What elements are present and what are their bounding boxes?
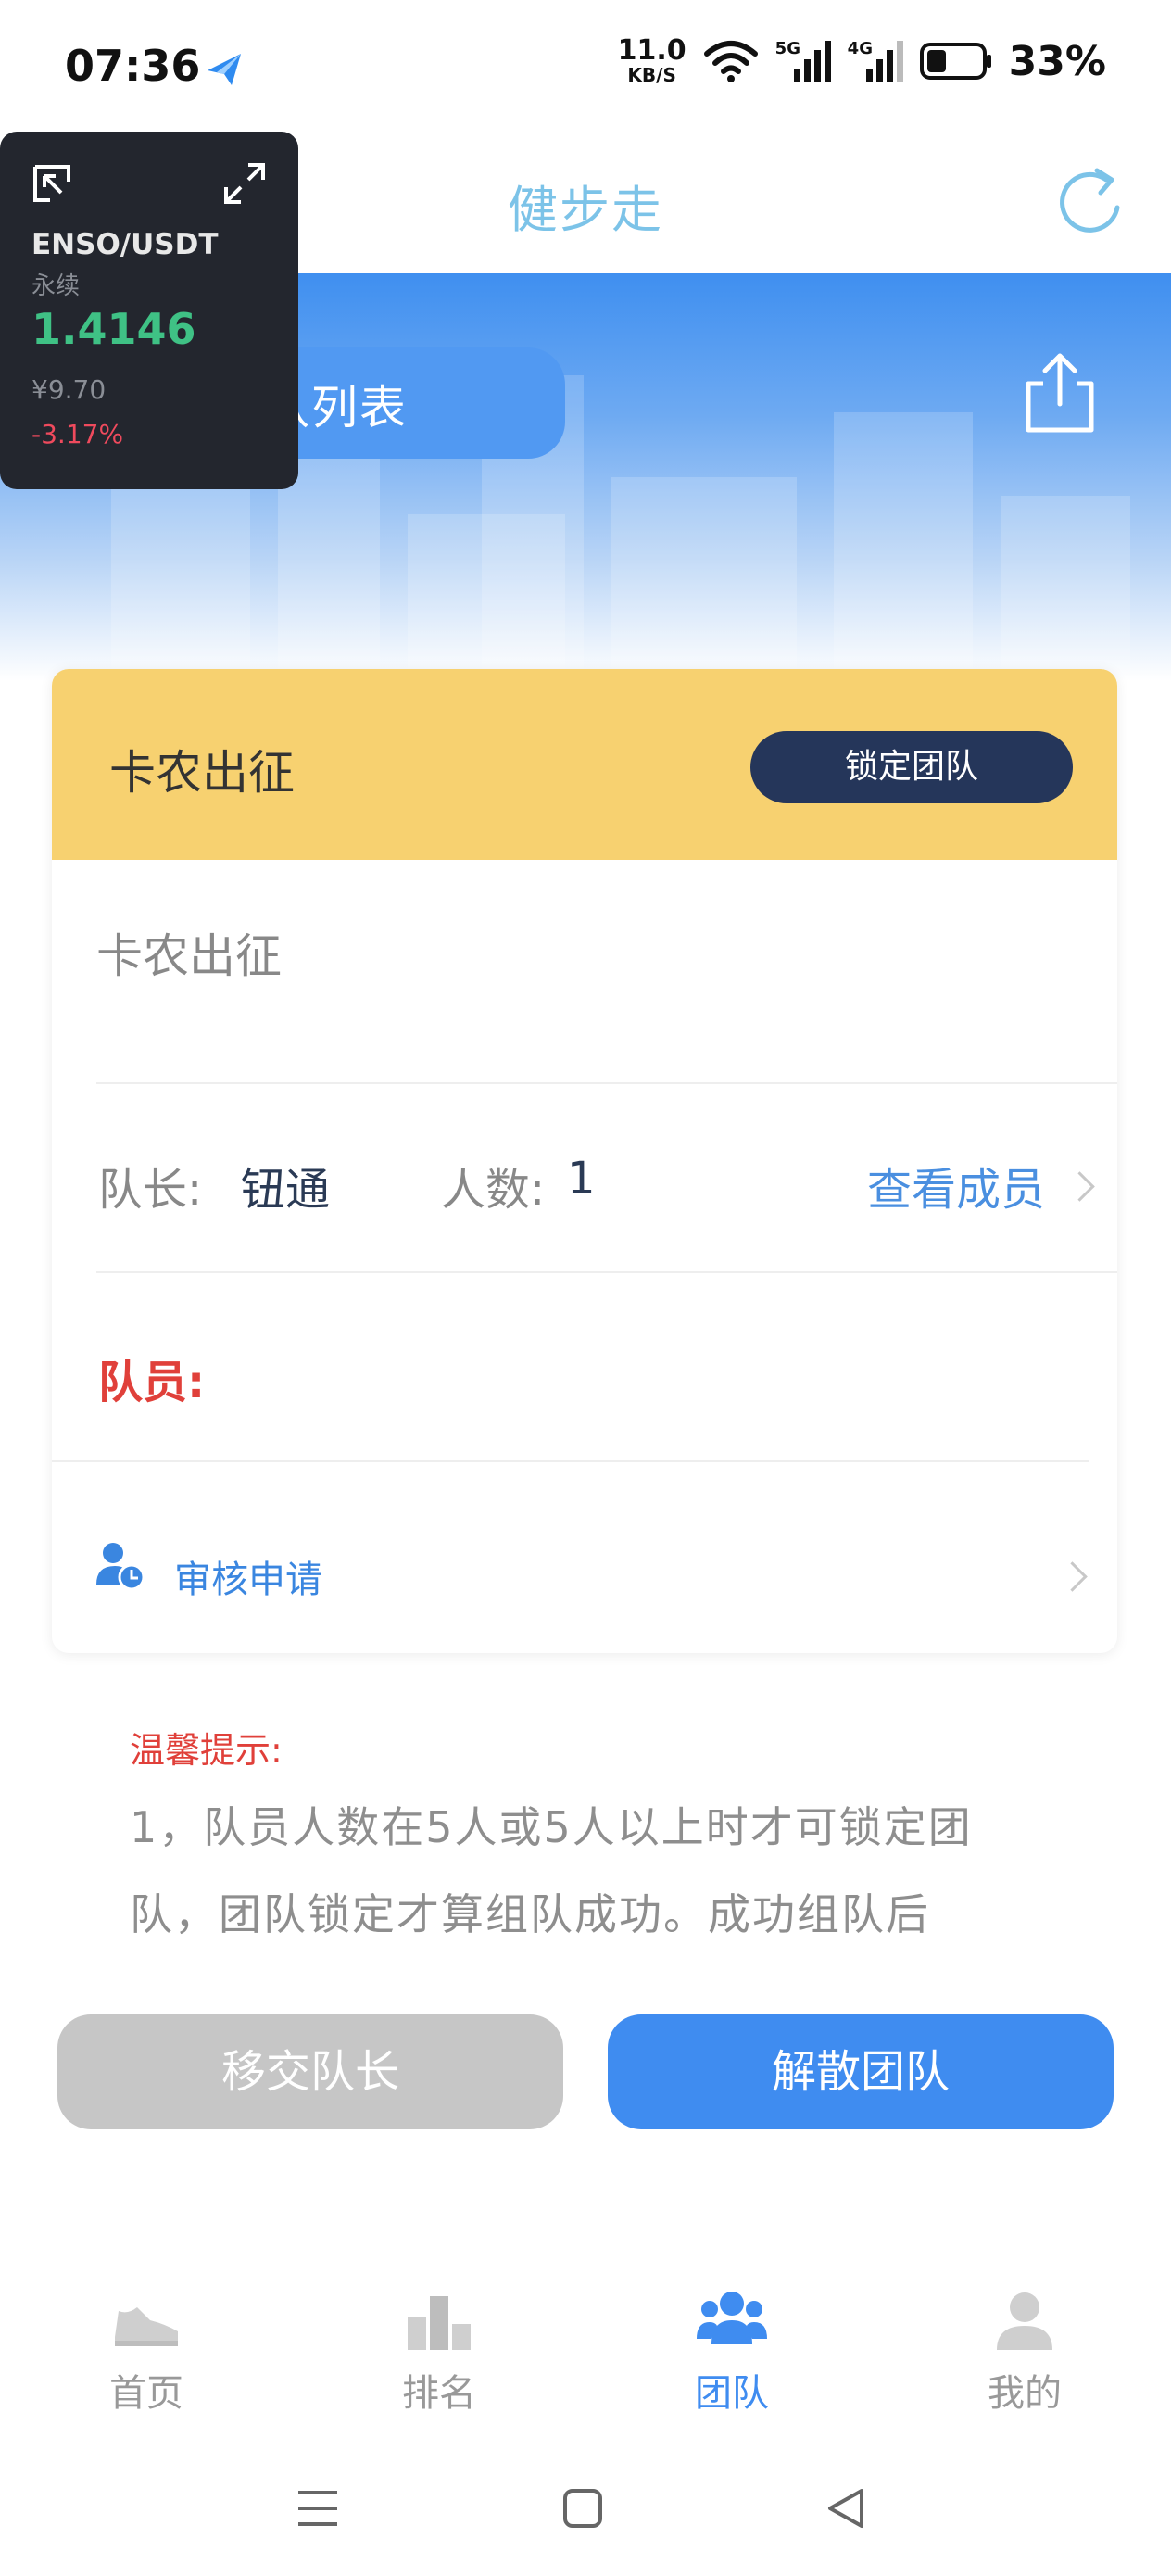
- tab-home[interactable]: 首页: [0, 2252, 293, 2437]
- audit-applications-label: 审核申请: [174, 1559, 322, 1601]
- profile-icon: [997, 2292, 1052, 2350]
- building-decoration: [1001, 496, 1130, 681]
- disband-team-button[interactable]: 解散团队: [608, 2014, 1114, 2129]
- price-ticker-widget[interactable]: ENSO/USDT 永续 1.4146 ¥9.70 -3.17%: [0, 132, 298, 489]
- divider: [96, 1271, 1117, 1273]
- refresh-icon[interactable]: [1052, 163, 1130, 241]
- shoe-icon: [115, 2307, 178, 2346]
- lock-team-button[interactable]: 锁定团队: [750, 731, 1073, 803]
- tab-label: 首页: [109, 2372, 183, 2415]
- member-count-label: 人数:: [441, 1164, 546, 1216]
- building-decoration: [111, 486, 250, 681]
- expand-icon[interactable]: [222, 161, 267, 206]
- menu-icon[interactable]: [295, 2487, 341, 2530]
- team-icon: [697, 2292, 767, 2344]
- tab-profile[interactable]: 我的: [878, 2252, 1171, 2437]
- tab-team[interactable]: 团队: [586, 2252, 878, 2437]
- tab-label: 我的: [988, 2372, 1062, 2415]
- divider: [52, 1460, 1089, 1462]
- tab-label: 排名: [402, 2372, 476, 2415]
- chevron-right-icon: [1064, 1171, 1095, 1202]
- team-card-header: 卡农出征 锁定团队: [52, 669, 1117, 860]
- tab-label: 团队: [695, 2372, 769, 2415]
- ticker-price: 1.4146: [31, 304, 196, 354]
- net-speed: 11.0 KB/S: [617, 34, 686, 86]
- ticker-change: -3.17%: [31, 419, 124, 449]
- signal-5g-icon: 5G: [775, 39, 831, 83]
- status-icons: 11.0 KB/S 5G 4G 33%: [617, 34, 1106, 86]
- minimize-window-icon[interactable]: [31, 163, 76, 208]
- status-time: 07:36: [65, 41, 201, 91]
- ticker-cny-price: ¥9.70: [31, 374, 107, 405]
- app-notification-icon: [208, 54, 241, 85]
- ticker-contract-type: 永续: [31, 272, 81, 300]
- battery-percent: 33%: [1008, 37, 1106, 85]
- bottom-tab-bar: 首页 排名 团队 我的: [0, 2252, 1171, 2437]
- ranking-icon: [408, 2296, 471, 2350]
- battery-icon: [919, 43, 991, 80]
- transfer-leader-button[interactable]: 移交队长: [57, 2014, 563, 2129]
- team-name: 卡农出征: [96, 929, 282, 983]
- building-decoration: [834, 412, 973, 681]
- leader-label: 队长:: [98, 1164, 203, 1216]
- signal-4g-icon: 4G: [848, 39, 903, 83]
- back-triangle-icon[interactable]: [825, 2487, 867, 2530]
- system-nav-bar: [0, 2446, 1171, 2576]
- members-label: 队员:: [98, 1357, 206, 1408]
- tips-line: 队，团队锁定才算组队成功。成功组队后: [130, 1889, 930, 1939]
- status-bar: 07:36 11.0 KB/S 5G 4G 33%: [0, 0, 1171, 139]
- wifi-icon: [703, 41, 758, 82]
- tips-title: 温馨提示:: [130, 1730, 283, 1771]
- user-clock-icon: [96, 1543, 145, 1591]
- team-header-name: 卡农出征: [109, 746, 295, 800]
- divider: [96, 1082, 1117, 1084]
- team-card: 卡农出征 锁定团队 卡农出征 队长: 钮通 人数: 1 查看成员 队员: 审核申…: [52, 669, 1117, 1653]
- tips-line: 1，队员人数在5人或5人以上时才可锁定团: [130, 1802, 973, 1852]
- ticker-symbol: ENSO/USDT: [31, 228, 219, 261]
- tab-ranking[interactable]: 排名: [293, 2252, 586, 2437]
- member-count-value: 1: [567, 1153, 596, 1205]
- view-members-link[interactable]: 查看成员: [867, 1153, 1045, 1218]
- building-decoration: [611, 477, 797, 681]
- leader-value: 钮通: [241, 1164, 331, 1216]
- home-square-icon[interactable]: [561, 2487, 604, 2530]
- share-icon[interactable]: [1023, 352, 1097, 436]
